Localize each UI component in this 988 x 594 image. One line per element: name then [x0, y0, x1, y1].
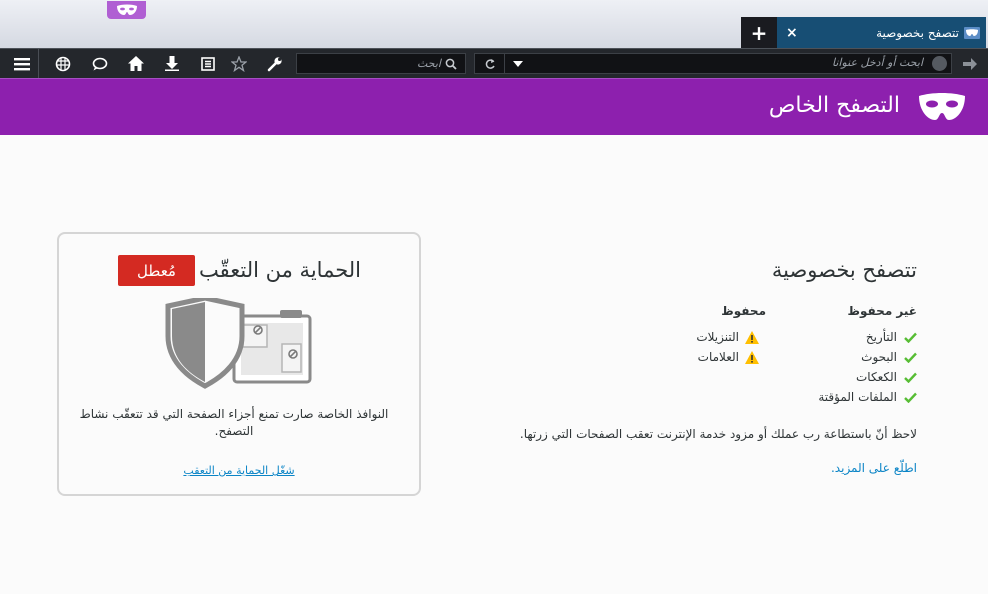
- search-icon: [445, 58, 457, 70]
- navigation-toolbar: ابحث ابحث أو أدخل عنوانا: [0, 48, 988, 78]
- saved-item-bookmarks: العلامات: [697, 350, 739, 364]
- list-item: التأريخ: [866, 330, 917, 344]
- saved-heading: محفوظ: [721, 304, 766, 318]
- reading-list-icon: [201, 56, 215, 71]
- download-icon: [165, 56, 179, 71]
- list-item: البحوث: [861, 350, 917, 364]
- home-icon: [128, 56, 144, 71]
- learn-more-link[interactable]: اطلّع على المزيد.: [831, 461, 917, 475]
- list-item: التنزيلات: [696, 330, 759, 344]
- section-title: تتصفح بخصوصية: [771, 258, 917, 282]
- site-identity-icon[interactable]: [932, 56, 947, 71]
- chevron-down-icon: [513, 60, 523, 67]
- url-placeholder: ابحث أو أدخل عنوانا: [832, 56, 923, 69]
- warning-icon: [745, 330, 759, 344]
- warning-icon: [745, 350, 759, 364]
- tab-private-browsing[interactable]: × تتصفح بخصوصية: [777, 17, 986, 48]
- not-saved-item-history: التأريخ: [865, 330, 897, 344]
- bookmark-button[interactable]: [222, 49, 256, 78]
- page-title: التصفح الخاص: [768, 93, 900, 118]
- tracking-protection-title: الحماية من التعقّب: [199, 258, 361, 282]
- developer-wrench-icon: [267, 56, 282, 71]
- mask-favicon-icon: [964, 26, 980, 39]
- tab-title-text: تتصفح بخصوصية: [876, 25, 959, 40]
- addons-icon: [55, 56, 71, 71]
- status-badge: مُعطل: [118, 255, 195, 286]
- new-tab-button[interactable]: +: [741, 17, 777, 48]
- back-arrow-icon: [963, 57, 977, 70]
- search-input[interactable]: ابحث: [296, 53, 466, 74]
- close-tab-button[interactable]: ×: [786, 25, 798, 41]
- chat-icon: [92, 57, 108, 70]
- mask-icon: [116, 4, 137, 15]
- reload-icon: [485, 58, 495, 69]
- blocked-page-icon: [232, 310, 312, 384]
- bookmark-star-icon: [231, 55, 247, 72]
- developer-tools-button[interactable]: [258, 49, 292, 78]
- search-placeholder: ابحث: [416, 57, 441, 70]
- downloads-button[interactable]: [155, 49, 189, 78]
- not-saved-item-temp-files: الملفات المؤقتة: [818, 390, 897, 404]
- menu-button[interactable]: [5, 49, 39, 78]
- list-item: العلامات: [698, 350, 759, 364]
- reading-list-button[interactable]: [191, 49, 225, 78]
- tab-title: تتصفح بخصوصية: [876, 26, 980, 40]
- home-button[interactable]: [119, 49, 153, 78]
- addons-button[interactable]: [46, 49, 80, 78]
- private-browsing-header: التصفح الخاص: [0, 78, 988, 135]
- reload-button[interactable]: [475, 54, 505, 73]
- title-bar: + × تتصفح بخصوصية: [0, 0, 988, 48]
- tracking-protection-description: النوافذ الخاصة صارت تمنع أجزاء الصفحة ال…: [79, 407, 389, 438]
- check-icon: [903, 352, 917, 363]
- check-icon: [903, 392, 917, 403]
- not-saved-item-cookies: الكعكات: [856, 370, 897, 384]
- back-button[interactable]: [952, 49, 988, 78]
- chat-button[interactable]: [83, 49, 117, 78]
- not-saved-item-searches: البحوث: [861, 350, 897, 364]
- menu-icon: [13, 57, 30, 70]
- check-icon: [903, 372, 917, 383]
- not-saved-heading: غير محفوظ: [847, 304, 917, 318]
- enable-tracking-protection-link[interactable]: شغّل الحماية من التعقب: [59, 464, 419, 477]
- list-item: الكعكات: [856, 370, 917, 384]
- saved-item-downloads: التنزيلات: [696, 330, 739, 344]
- mask-icon: [919, 93, 965, 120]
- tracking-protection-card: الحماية من التعقّب مُعطل النوافذ الخاصة …: [57, 232, 421, 496]
- privacy-note: لاحظ أنّ باستطاعة رب عملك أو مزود خدمة ا…: [519, 427, 917, 441]
- tracking-protection-illustration: [165, 298, 312, 389]
- check-icon: [903, 332, 917, 343]
- history-dropdown-button[interactable]: [507, 54, 529, 73]
- url-bar[interactable]: ابحث أو أدخل عنوانا: [474, 53, 952, 74]
- shield-icon: [165, 298, 245, 389]
- list-item: الملفات المؤقتة: [818, 390, 917, 404]
- private-mask-indicator: [107, 1, 146, 19]
